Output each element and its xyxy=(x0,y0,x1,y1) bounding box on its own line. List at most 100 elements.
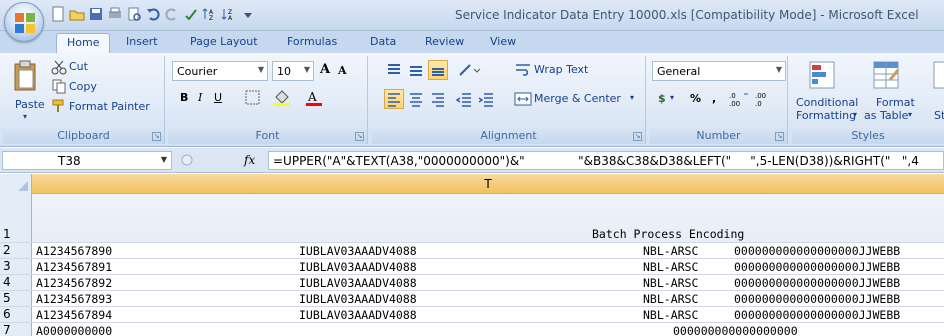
cell-agency[interactable]: NBL-ARSC xyxy=(643,244,698,258)
tab-home[interactable]: Home xyxy=(56,33,111,53)
cell-suffix[interactable]: 000000000000000000JJWEBB xyxy=(734,244,900,258)
cell-agency[interactable]: NBL-ARSC xyxy=(643,308,698,322)
cell-code[interactable]: IUBLAV03AAADV4088 xyxy=(299,244,417,258)
cell-id[interactable]: A1234567891 xyxy=(36,260,112,274)
undo-icon[interactable] xyxy=(145,6,161,22)
tab-formulas[interactable]: Formulas xyxy=(287,35,337,48)
font-launcher-icon[interactable]: ↘ xyxy=(355,132,364,141)
row-header[interactable]: 6 xyxy=(0,307,32,322)
alignment-launcher-icon[interactable]: ↘ xyxy=(633,132,642,141)
cell-code[interactable]: IUBLAV03AAADV4088 xyxy=(299,260,417,274)
redo-icon[interactable] xyxy=(164,6,180,22)
cell-suffix[interactable]: 000000000000000000JJWEBB xyxy=(734,308,900,322)
align-bottom-button[interactable] xyxy=(428,60,448,80)
insert-function-icon[interactable]: fx xyxy=(244,153,255,167)
increase-decimal-icon[interactable]: .0.00 xyxy=(728,90,752,108)
increase-indent-button[interactable] xyxy=(476,89,496,109)
format-label[interactable]: Format xyxy=(876,96,915,109)
currency-dropdown-icon[interactable]: ▾ xyxy=(670,93,674,102)
number-launcher-icon[interactable]: ↘ xyxy=(775,132,784,141)
grow-font-button[interactable]: A xyxy=(320,62,330,77)
as-table-label[interactable]: as Table xyxy=(864,109,908,122)
decrease-decimal-icon[interactable]: .00.0 xyxy=(754,90,778,108)
format-as-table-icon[interactable] xyxy=(870,58,904,92)
format-table-dropdown-icon[interactable]: ▾ xyxy=(908,110,912,119)
paste-icon[interactable] xyxy=(11,60,41,94)
row-header[interactable]: 2 xyxy=(0,243,32,258)
sort-ascending-icon[interactable]: AZ xyxy=(202,6,218,22)
customize-qat-icon[interactable] xyxy=(240,6,256,22)
tab-page-layout[interactable]: Page Layout xyxy=(190,35,258,48)
cell-id[interactable]: A1234567890 xyxy=(36,244,112,258)
format-painter-icon[interactable] xyxy=(51,98,67,114)
table-row[interactable]: 7 A0000000000 000000000000000000 xyxy=(0,323,944,336)
copy-button[interactable]: Copy xyxy=(69,80,97,93)
spelling-icon[interactable] xyxy=(183,6,199,22)
sort-descending-icon[interactable]: ZA xyxy=(221,6,237,22)
cut-icon[interactable] xyxy=(51,59,67,75)
align-right-button[interactable] xyxy=(428,89,448,109)
wrap-text-button[interactable]: Wrap Text xyxy=(534,63,588,76)
font-size-combo[interactable]: 10 ▼ xyxy=(272,61,314,81)
table-row[interactable]: 6 A1234567894 IUBLAV03AAADV4088 NBL-ARSC… xyxy=(0,307,944,323)
row-header[interactable]: 7 xyxy=(0,323,32,336)
italic-button[interactable]: I xyxy=(198,91,202,104)
cell-code[interactable]: IUBLAV03AAADV4088 xyxy=(299,308,417,322)
table-row[interactable]: 1 Batch Process Encoding xyxy=(0,194,944,243)
print-icon[interactable] xyxy=(126,6,142,22)
cell-agency[interactable]: NBL-ARSC xyxy=(643,260,698,274)
cell-suffix[interactable]: 000000000000000000JJWEBB xyxy=(734,260,900,274)
tab-review[interactable]: Review xyxy=(425,35,464,48)
table-row[interactable]: 3 A1234567891 IUBLAV03AAADV4088 NBL-ARSC… xyxy=(0,259,944,275)
clipboard-launcher-icon[interactable]: ↘ xyxy=(152,132,161,141)
name-box[interactable]: T38 ▼ xyxy=(2,151,172,170)
select-all-corner[interactable] xyxy=(0,174,32,194)
row-header[interactable]: 1 xyxy=(0,194,32,242)
cell-id[interactable]: A1234567893 xyxy=(36,292,112,306)
tab-data[interactable]: Data xyxy=(370,35,396,48)
align-left-button[interactable] xyxy=(384,89,404,109)
formula-bar-collapse-icon[interactable] xyxy=(178,151,200,170)
cell-code[interactable]: IUBLAV03AAADV4088 xyxy=(299,292,417,306)
cell-id[interactable]: A0000000000 xyxy=(36,324,112,336)
cell-header-text[interactable]: Batch Process Encoding xyxy=(592,227,744,241)
row-header[interactable]: 3 xyxy=(0,259,32,274)
new-doc-icon[interactable] xyxy=(50,6,66,22)
table-row[interactable]: 2 A1234567890 IUBLAV03AAADV4088 NBL-ARSC… xyxy=(0,243,944,259)
shrink-font-button[interactable]: A xyxy=(338,64,347,77)
align-top-button[interactable] xyxy=(384,60,404,80)
orientation-button[interactable] xyxy=(456,60,482,80)
cell-styles-label[interactable]: St xyxy=(934,109,944,122)
merge-center-icon[interactable] xyxy=(514,91,532,107)
cell-id[interactable]: A1234567894 xyxy=(36,308,112,322)
cell-suffix[interactable]: 000000000000000000 xyxy=(673,324,798,336)
save-icon[interactable] xyxy=(88,6,104,22)
comma-button[interactable]: , xyxy=(712,92,716,105)
cell-styles-icon[interactable] xyxy=(932,58,944,92)
conditional-formatting-label[interactable]: Conditional xyxy=(796,96,858,109)
underline-button[interactable]: U xyxy=(214,91,222,104)
tab-insert[interactable]: Insert xyxy=(126,35,158,48)
wrap-text-icon[interactable] xyxy=(514,62,532,78)
cell-agency[interactable]: NBL-ARSC xyxy=(643,276,698,290)
cell-id[interactable]: A1234567892 xyxy=(36,276,112,290)
font-family-combo[interactable]: Courier ▼ xyxy=(172,61,268,81)
cell-code[interactable]: IUBLAV03AAADV4088 xyxy=(299,276,417,290)
row-header[interactable]: 4 xyxy=(0,275,32,290)
cell-suffix[interactable]: 000000000000000000JJWEBB xyxy=(734,276,900,290)
align-middle-button[interactable] xyxy=(406,60,426,80)
table-row[interactable]: 4 A1234567892 IUBLAV03AAADV4088 NBL-ARSC… xyxy=(0,275,944,291)
merge-center-button[interactable]: Merge & Center xyxy=(534,92,621,105)
conditional-formatting-icon[interactable] xyxy=(806,58,840,92)
percent-button[interactable]: % xyxy=(690,92,701,105)
formula-input[interactable]: =UPPER("A"&TEXT(A38,"0000000000")&" "&B3… xyxy=(268,151,944,170)
cut-button[interactable]: Cut xyxy=(69,60,88,73)
merge-dropdown-icon[interactable]: ▾ xyxy=(630,93,634,102)
conditional-dropdown-icon[interactable]: ▾ xyxy=(853,110,857,119)
copy-icon[interactable] xyxy=(51,78,67,94)
align-center-button[interactable] xyxy=(406,89,426,109)
table-row[interactable]: 5 A1234567893 IUBLAV03AAADV4088 NBL-ARSC… xyxy=(0,291,944,307)
row-header[interactable]: 5 xyxy=(0,291,32,306)
decrease-indent-button[interactable] xyxy=(454,89,474,109)
borders-icon[interactable] xyxy=(244,89,262,107)
